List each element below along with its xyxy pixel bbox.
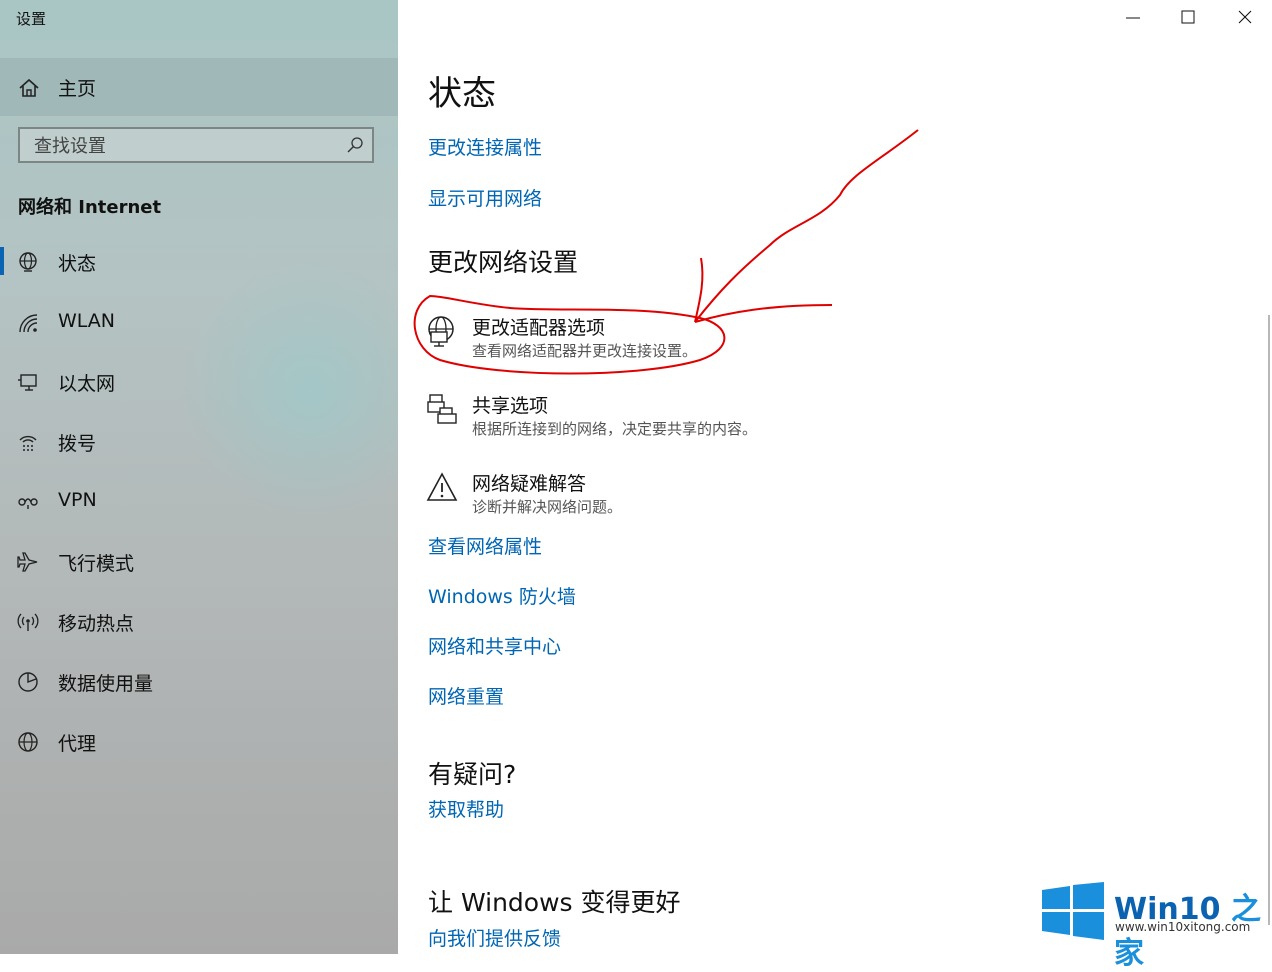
sidebar-item-hotspot[interactable]: 移动热点 [0, 595, 398, 651]
sidebar-home[interactable]: 主页 [0, 58, 398, 116]
sidebar-item-vpn[interactable]: VPN [0, 475, 398, 531]
option-title: 共享选项 [472, 395, 549, 417]
get-help-link[interactable]: 获取帮助 [428, 795, 504, 822]
search-icon[interactable] [346, 136, 364, 154]
data-usage-icon [18, 672, 38, 692]
improve-heading: 让 Windows 变得更好 [428, 888, 681, 917]
option-subtitle: 诊断并解决网络问题。 [472, 498, 623, 516]
sidebar-item-airplane[interactable]: 飞行模式 [0, 535, 398, 591]
windows-firewall-link[interactable]: Windows 防火墙 [428, 582, 576, 609]
feedback-link[interactable]: 向我们提供反馈 [428, 924, 561, 951]
sidebar-item-label: VPN [58, 489, 97, 511]
sidebar-item-wlan[interactable]: WLAN [0, 296, 398, 352]
sidebar-item-data-usage[interactable]: 数据使用量 [0, 655, 398, 711]
sidebar-section-title: 网络和 Internet [18, 197, 162, 218]
page-title: 状态 [428, 74, 496, 114]
watermark-url: www.win10xitong.com [1115, 920, 1251, 934]
sidebar-item-proxy[interactable]: 代理 [0, 715, 398, 771]
sidebar: 设置 主页 网络和 Internet 状态 W [0, 0, 398, 954]
main-content: 状态 更改连接属性 显示可用网络 更改网络设置 更改适配器选项 查看网络适配器并… [398, 0, 1272, 954]
sharing-options-item[interactable]: 共享选项 根据所连接到的网络，决定要共享的内容。 [426, 391, 926, 447]
sidebar-home-label: 主页 [58, 78, 97, 100]
question-heading: 有疑问? [428, 760, 517, 789]
show-available-networks-link[interactable]: 显示可用网络 [428, 184, 542, 211]
change-connection-properties-link[interactable]: 更改连接属性 [428, 133, 542, 160]
troubleshoot-item[interactable]: 网络疑难解答 诊断并解决网络问题。 [426, 469, 926, 525]
sidebar-item-label: 状态 [58, 253, 97, 275]
vpn-icon [18, 498, 38, 509]
option-title: 网络疑难解答 [472, 473, 587, 495]
proxy-globe-icon [18, 732, 38, 752]
sidebar-item-label: 移动热点 [58, 613, 135, 635]
hotspot-icon [17, 613, 39, 631]
windows-logo-icon [1042, 882, 1104, 940]
selected-indicator [0, 247, 4, 275]
change-settings-heading: 更改网络设置 [428, 248, 579, 277]
option-subtitle: 根据所连接到的网络，决定要共享的内容。 [472, 420, 758, 438]
option-subtitle: 查看网络适配器并更改连接设置。 [472, 342, 698, 360]
network-reset-link[interactable]: 网络重置 [428, 682, 504, 709]
window-title: 设置 [16, 10, 47, 28]
sidebar-item-label: WLAN [58, 310, 116, 332]
sidebar-item-label: 以太网 [58, 373, 116, 395]
sidebar-item-label: 拨号 [58, 433, 97, 455]
sidebar-item-status[interactable]: 状态 [0, 235, 398, 291]
sidebar-item-dialup[interactable]: 拨号 [0, 415, 398, 471]
globe-status-icon [19, 252, 37, 272]
option-title: 更改适配器选项 [472, 317, 606, 339]
home-icon [19, 78, 39, 97]
search-box[interactable] [18, 127, 374, 163]
watermark-logo: Win10 之家 www.win10xitong.com [1040, 880, 1270, 971]
airplane-icon [17, 552, 38, 572]
adapter-options-item[interactable]: 更改适配器选项 查看网络适配器并更改连接设置。 [426, 313, 926, 369]
sidebar-item-ethernet[interactable]: 以太网 [0, 355, 398, 411]
ethernet-icon [18, 374, 37, 391]
search-input[interactable] [20, 129, 356, 163]
minimize-icon[interactable] [1113, 6, 1153, 30]
network-sharing-center-link[interactable]: 网络和共享中心 [428, 632, 561, 659]
dialup-icon [19, 435, 37, 451]
wifi-icon [19, 314, 38, 333]
sharing-icon [427, 394, 457, 424]
view-network-properties-link[interactable]: 查看网络属性 [428, 532, 542, 559]
close-icon[interactable] [1225, 6, 1265, 30]
sidebar-item-label: 代理 [58, 733, 97, 755]
sidebar-item-label: 数据使用量 [58, 673, 154, 695]
scrollbar[interactable] [1268, 315, 1270, 925]
sidebar-item-label: 飞行模式 [58, 553, 135, 575]
maximize-icon[interactable] [1168, 6, 1208, 30]
adapter-icon [428, 316, 454, 347]
warning-icon [426, 472, 458, 501]
